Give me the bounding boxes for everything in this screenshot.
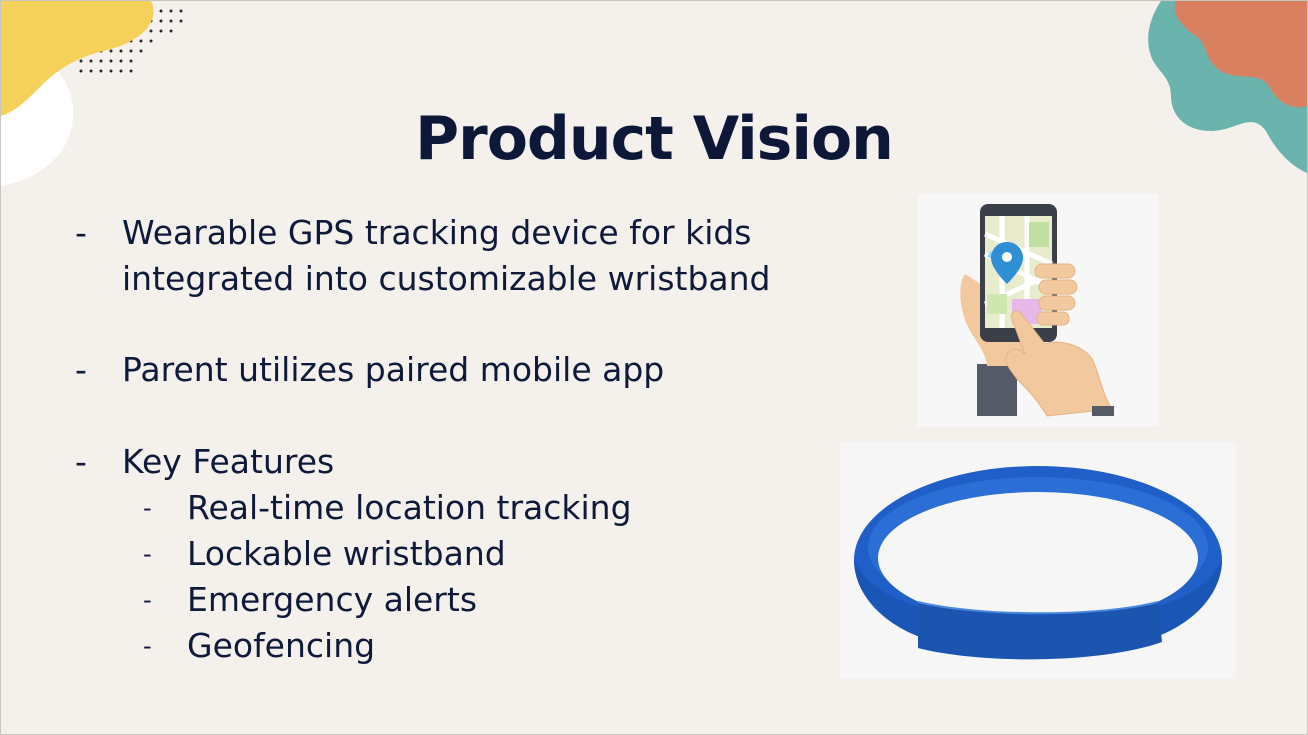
- slide-title: Product Vision: [415, 104, 894, 174]
- sub-bullet-marker: -: [143, 494, 152, 522]
- slide-canvas: Product Vision - Wearable GPS tracking d…: [0, 0, 1308, 735]
- sub-bullet-text: Real-time location tracking: [187, 488, 632, 527]
- sub-bullet-marker: -: [143, 632, 152, 660]
- sub-bullet-marker: -: [143, 540, 152, 568]
- bullet-text: Wearable GPS tracking device for kids: [122, 213, 752, 252]
- bullet-text: integrated into customizable wristband: [122, 259, 771, 298]
- sub-bullet-marker: -: [143, 586, 152, 614]
- bullet-marker: -: [75, 442, 87, 481]
- bullet-text: Key Features: [122, 442, 335, 481]
- bullet-text: Parent utilizes paired mobile app: [122, 350, 665, 389]
- phone-map-image: [917, 194, 1159, 427]
- sub-bullet-text: Emergency alerts: [187, 580, 478, 619]
- sub-bullet-text: Geofencing: [187, 626, 376, 665]
- sub-bullet-text: Lockable wristband: [187, 534, 506, 573]
- bullet-marker: -: [75, 213, 87, 252]
- sleeve: [977, 364, 1017, 416]
- bullet-marker: -: [75, 350, 87, 389]
- wristband-image: [840, 442, 1236, 679]
